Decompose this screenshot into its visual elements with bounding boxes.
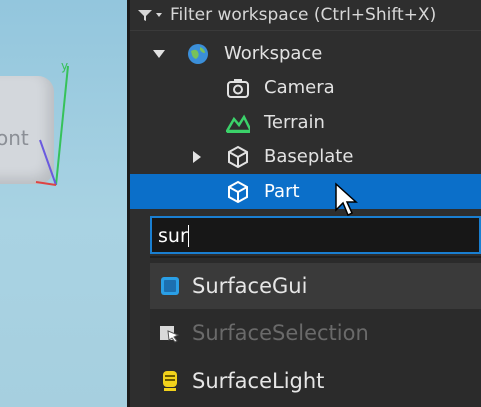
tree-item-camera[interactable]: Camera: [130, 70, 481, 105]
explorer-filter-bar[interactable]: Filter workspace (Ctrl+Shift+X): [130, 0, 481, 31]
filter-funnel-icon[interactable]: [130, 8, 170, 22]
filter-workspace-placeholder[interactable]: Filter workspace (Ctrl+Shift+X): [170, 5, 436, 25]
surface-gui-icon: [158, 274, 182, 298]
workspace-globe-icon: [186, 42, 210, 66]
result-label: SurfaceGui: [192, 274, 308, 298]
insert-results-list: SurfaceGui SurfaceSelection SurfaceLight: [150, 258, 481, 407]
terrain-icon: [226, 111, 250, 135]
tree-item-label: Terrain: [264, 112, 325, 133]
expand-arrow-icon[interactable]: [190, 150, 204, 164]
camera-icon: [226, 76, 250, 100]
tree-item-label: Workspace: [224, 43, 323, 64]
mouse-pointer-icon: [335, 182, 358, 217]
surface-selection-icon: [158, 321, 182, 345]
text-caret: [188, 225, 189, 247]
insert-object-search[interactable]: [150, 216, 481, 254]
tree-item-label: Part: [264, 181, 300, 202]
surface-light-icon: [158, 369, 182, 393]
result-label: SurfaceSelection: [192, 321, 369, 345]
chevron-down-icon: [156, 13, 162, 17]
tree-item-label: Camera: [264, 77, 335, 98]
tree-item-terrain[interactable]: Terrain: [130, 105, 481, 140]
insert-search-input[interactable]: [158, 222, 468, 250]
tree-item-label: Baseplate: [264, 146, 354, 167]
result-item-surfacelight[interactable]: SurfaceLight: [150, 358, 481, 404]
tree-item-workspace[interactable]: Workspace: [130, 36, 481, 71]
viewport-3d[interactable]: ont y: [0, 0, 127, 407]
part-cube-icon: [226, 180, 250, 204]
result-item-surfaceselection[interactable]: SurfaceSelection: [150, 310, 481, 356]
part-cube-icon: [226, 145, 250, 169]
result-item-surfacegui[interactable]: SurfaceGui: [150, 263, 481, 309]
move-gizmo-icon[interactable]: y: [0, 0, 127, 407]
axis-label: y: [61, 59, 68, 73]
collapse-arrow-icon[interactable]: [152, 47, 166, 61]
tree-item-baseplate[interactable]: Baseplate: [130, 139, 481, 174]
tree-item-part[interactable]: Part: [130, 174, 481, 209]
result-label: SurfaceLight: [192, 369, 325, 393]
